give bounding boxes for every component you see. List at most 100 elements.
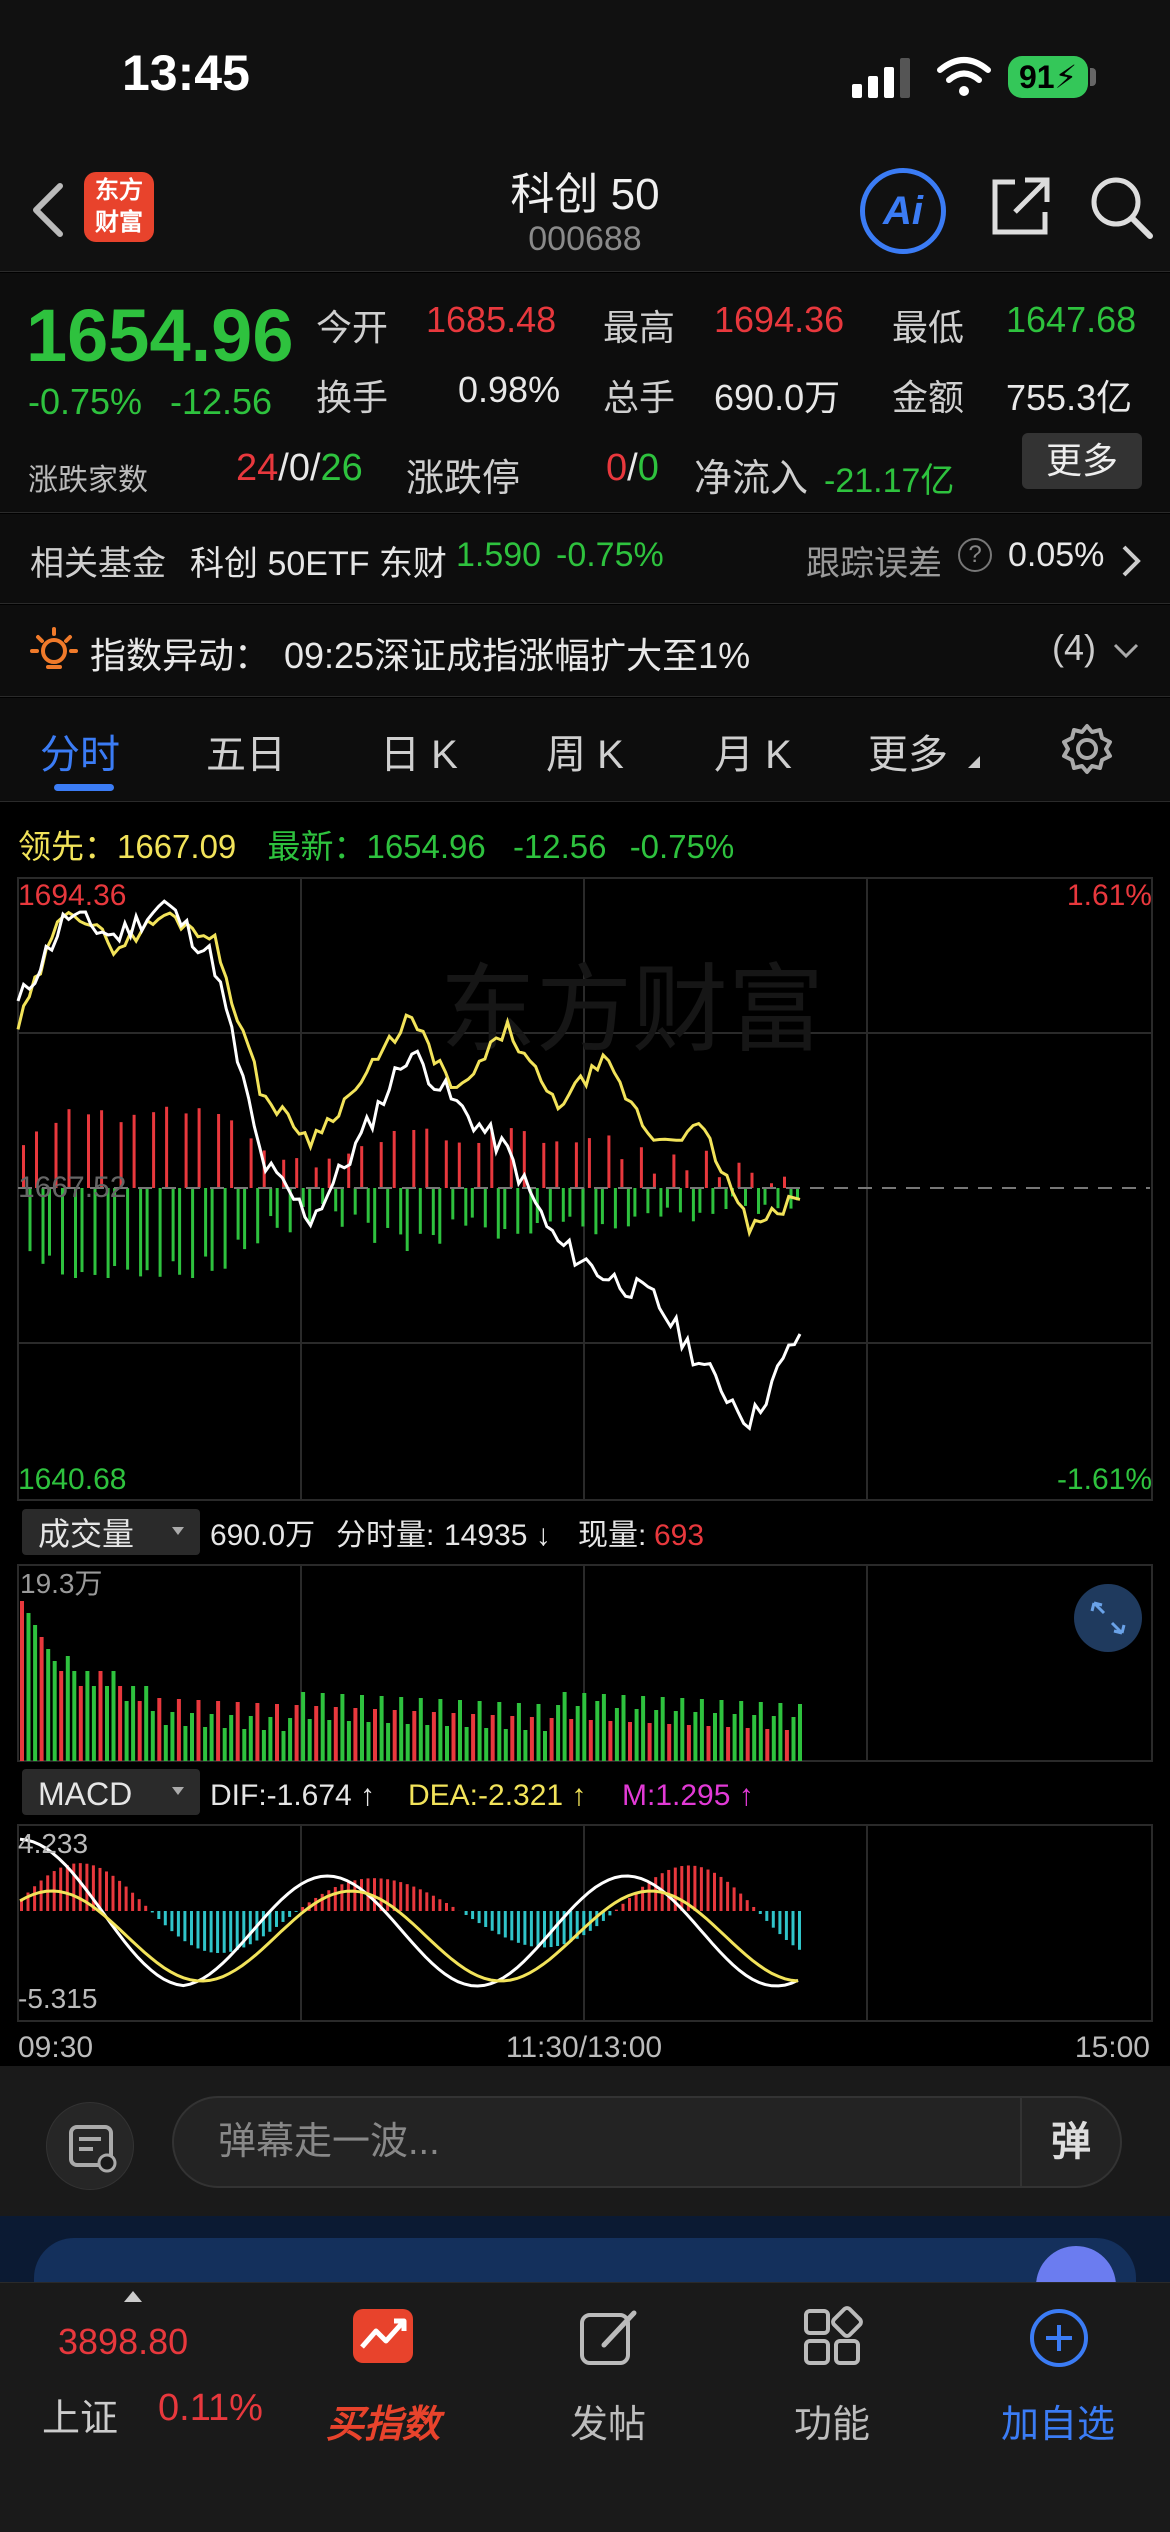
wifi-icon [937,57,991,96]
macd-bar [425,1892,429,1911]
tab-post[interactable]: 发帖 [528,2393,688,2448]
tab-month-k[interactable]: 月 K [714,722,792,780]
macd-bar [719,1876,723,1911]
macd-bar [634,1892,638,1911]
price-bar [574,1142,578,1188]
index-value[interactable]: 3898.80 [58,2321,188,2363]
macd-bar [464,1911,468,1915]
chart-area[interactable]: 领先：1667.09 最新：1654.96 -12.56 -0.75% 东方财富… [0,803,1170,2066]
volume-bar [699,1699,704,1761]
x-label-close: 15:00 [1075,2031,1150,2064]
chevron-down-icon[interactable] [1112,641,1140,661]
volume-bar [190,1713,194,1761]
volume-bar [242,1729,247,1761]
battery-indicator: 91⚡ [1008,56,1088,98]
buy-index-icon[interactable] [348,2303,418,2373]
macd-bar [176,1911,180,1937]
macd-bar [490,1911,494,1931]
price-bar [542,1142,546,1188]
macd-bottom-label: -5.315 [18,1983,97,2014]
price-bar [503,1188,507,1230]
related-fund-row[interactable]: 相关基金 科创 50ETF 东财 1.590 -0.75% 跟踪误差 ? 0.0… [0,514,1170,604]
danmu-input[interactable]: 弹幕走一波... [172,2096,1122,2188]
tab-add-watchlist[interactable]: 加自选 [978,2393,1138,2448]
fund-name[interactable]: 科创 50ETF 东财 [190,536,447,585]
macd-bar [569,1911,573,1942]
limit-label: 涨跌停 [406,458,521,500]
volume-bar [105,1686,109,1761]
index-pct[interactable]: 0.11% [158,2387,263,2430]
volume-bar [255,1703,260,1761]
macd-bar [105,1871,108,1911]
price-bar [327,1158,331,1188]
macd-selector: MACD [38,1776,132,1812]
volume-bar [765,1729,770,1761]
macd-bar [503,1911,507,1938]
danmu-settings-icon[interactable] [46,2102,134,2190]
more-button[interactable]: 更多 [1022,433,1142,489]
app-logo[interactable]: 东方财富 [84,172,154,242]
volume-bar [196,1700,201,1761]
volume-bar [477,1701,482,1761]
last-price: 1654.96 [26,294,294,377]
macd-bar [78,1863,82,1911]
more-caret-icon [968,756,980,768]
macd-bar [556,1911,560,1946]
search-icon[interactable] [1086,172,1156,242]
tab-intraday[interactable]: 分时 [40,722,120,780]
volume-bar [601,1694,606,1761]
post-icon[interactable] [574,2303,644,2373]
settings-gear-icon[interactable] [1060,722,1114,776]
price-bar [275,1188,279,1228]
tab-five-day[interactable]: 五日 [206,722,286,780]
back-chevron-icon[interactable] [24,180,74,240]
share-icon[interactable] [985,172,1055,242]
macd-bar [163,1911,167,1926]
macd-bar [209,1911,213,1953]
macd-dif: DIF:-1.674 ↑ [210,1779,375,1812]
tab-week-k[interactable]: 周 K [546,722,624,780]
ai-assistant-button[interactable]: Ai [860,168,946,254]
macd-bar [281,1911,285,1922]
tab-day-k[interactable]: 日 K [380,722,458,780]
index-alert-row[interactable]: 指数异动： 09:25深证成指涨幅扩大至1% (4) [0,605,1170,697]
volume-bar [203,1727,208,1761]
fund-label: 相关基金 [30,545,166,583]
price-bar [412,1129,416,1188]
price-bar [464,1188,468,1226]
macd-bar [765,1911,769,1921]
volume-bar [464,1727,469,1761]
danmu-bar: 弹幕走一波... 弹 [0,2066,1170,2216]
price-bar [594,1188,598,1235]
macd-bar [137,1899,141,1911]
tab-more[interactable]: 更多 [868,722,948,780]
index-name[interactable]: 上证 [42,2387,118,2442]
macd-bar [621,1903,625,1911]
bottom-tab-bar: 3898.80 上证 0.11% 买指数 发帖 功能 加自选 [0,2282,1170,2532]
price-bar [184,1113,188,1188]
volume-bar [340,1694,345,1761]
add-watchlist-icon[interactable] [1024,2303,1094,2373]
inflow-label: 净流入 [694,458,809,500]
volume-bar [497,1702,502,1761]
price-bar [366,1188,370,1223]
macd-bar [131,1892,135,1911]
volume-bar [275,1704,279,1761]
help-icon[interactable]: ? [958,538,992,572]
macd-bar [399,1882,403,1911]
macd-bar [340,1884,344,1911]
macd-bar [451,1906,455,1911]
volume-bar [608,1721,613,1761]
price-bar [347,1153,351,1188]
danmu-toggle-button[interactable]: 弹 [1020,2098,1120,2186]
volume-bar [614,1708,619,1761]
volume-bars [20,1601,802,1761]
tab-buy-index[interactable]: 买指数 [303,2393,463,2448]
tab-function[interactable]: 功能 [752,2393,912,2448]
function-grid-icon[interactable] [798,2303,868,2373]
volume-bar [379,1696,384,1761]
price-bar [204,1188,208,1257]
intraday-chart[interactable]: 东方财富 1694.36 1667.52 1640.68 1.61% -1.61… [0,803,1170,2066]
volume-bar [575,1706,580,1761]
volume-bar [569,1719,574,1761]
